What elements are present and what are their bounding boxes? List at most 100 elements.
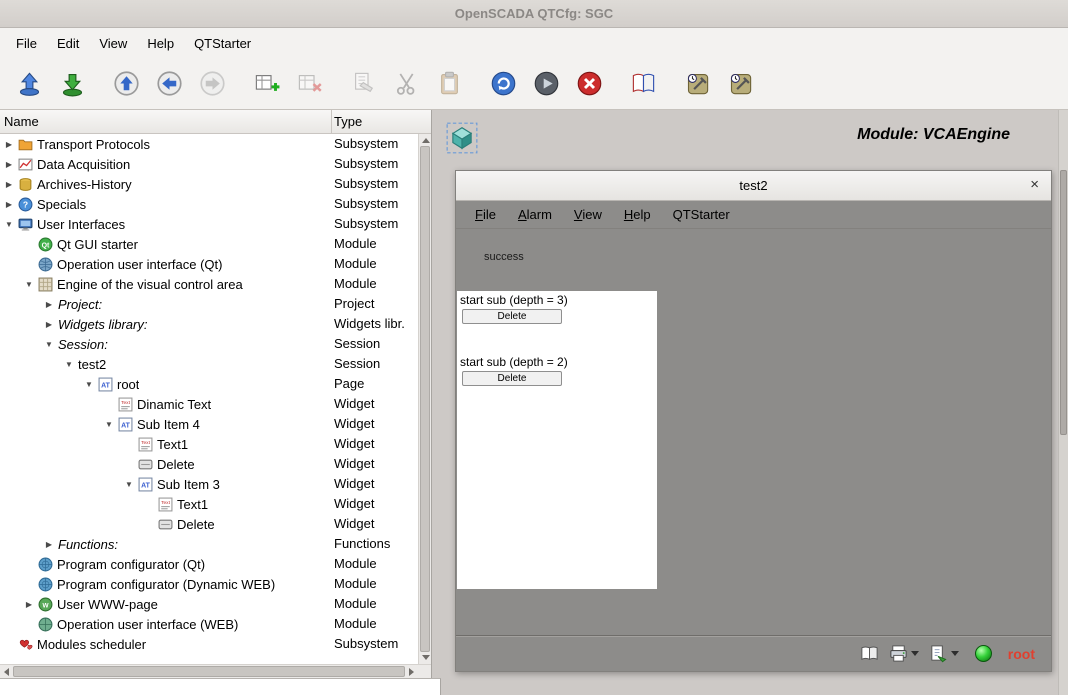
delete-item-icon[interactable]	[292, 66, 326, 102]
tree-row[interactable]: TextDinamic TextWidget	[0, 394, 418, 414]
delete-button[interactable]: Delete	[462, 309, 562, 324]
db-save-icon[interactable]	[55, 66, 89, 102]
tree-vertical-scrollbar[interactable]	[418, 134, 431, 664]
tree-row[interactable]: ▼test2Session	[0, 354, 418, 374]
manual-icon[interactable]	[860, 644, 879, 663]
scroll-right-icon[interactable]	[409, 668, 414, 676]
tree-row[interactable]: Program configurator (Dynamic WEB)Module	[0, 574, 418, 594]
manual-icon[interactable]	[626, 66, 660, 102]
tree-row[interactable]: ▼ATSub Item 3Widget	[0, 474, 418, 494]
right-scrollbar-thumb[interactable]	[1060, 170, 1067, 435]
current-user-label[interactable]: root	[1008, 646, 1035, 662]
scroll-left-icon[interactable]	[4, 668, 9, 676]
export-icon[interactable]	[929, 644, 959, 663]
tree-vscroll-thumb[interactable]	[420, 146, 430, 652]
text-icon: Text	[118, 397, 133, 412]
collapsed-arrow-icon[interactable]: ▶	[40, 320, 58, 329]
menu-help[interactable]: Help	[137, 32, 184, 55]
tree-row[interactable]: Operation user interface (WEB)Module	[0, 614, 418, 634]
start-icon[interactable]	[529, 66, 563, 102]
tree-row[interactable]: ▶Transport ProtocolsSubsystem	[0, 134, 418, 154]
tree-row[interactable]: ▶?SpecialsSubsystem	[0, 194, 418, 214]
expanded-arrow-icon[interactable]: ▼	[100, 420, 118, 429]
tree-row[interactable]: Operation user interface (Qt)Module	[0, 254, 418, 274]
tree-row[interactable]: QtQt GUI starterModule	[0, 234, 418, 254]
titlebar[interactable]: OpenSCADA QTCfg: SGC	[0, 0, 1068, 28]
expanded-arrow-icon[interactable]: ▼	[80, 380, 98, 389]
tree-row[interactable]: ▶Functions:Functions	[0, 534, 418, 554]
button-icon	[138, 457, 153, 472]
export-dropdown-icon[interactable]	[951, 651, 959, 656]
collapsed-arrow-icon[interactable]: ▶	[40, 540, 58, 549]
tree-row[interactable]: DeleteWidget	[0, 514, 418, 534]
tree-column-type[interactable]: Type	[332, 110, 431, 133]
menu-qtstarter[interactable]: QTStarter	[184, 32, 261, 55]
tree-row[interactable]: TextText1Widget	[0, 434, 418, 454]
menu-file[interactable]: File	[6, 32, 47, 55]
status-led-green[interactable]	[975, 645, 992, 662]
tree-row[interactable]: DeleteWidget	[0, 454, 418, 474]
tree-row[interactable]: ▶WUser WWW-pageModule	[0, 594, 418, 614]
expanded-arrow-icon[interactable]: ▼	[0, 220, 18, 229]
tree-row[interactable]: ▼Session:Session	[0, 334, 418, 354]
tree-row[interactable]: ▶Project:Project	[0, 294, 418, 314]
menu-edit[interactable]: Edit	[47, 32, 89, 55]
tree-row[interactable]: ▶Data AcquisitionSubsystem	[0, 154, 418, 174]
refresh-icon[interactable]	[486, 66, 520, 102]
tree-row[interactable]: ▼ATSub Item 4Widget	[0, 414, 418, 434]
qtstarter-config2-icon[interactable]	[723, 66, 757, 102]
qtstarter-config-icon[interactable]	[680, 66, 714, 102]
tree-row[interactable]: Modules schedulerSubsystem	[0, 634, 418, 654]
app-window: OpenSCADA QTCfg: SGC File Edit View Help…	[0, 0, 1068, 695]
session-menu-qtstarter[interactable]: QTStarter	[662, 203, 741, 226]
tree-item-type: Project	[334, 294, 374, 314]
vca-module-icon[interactable]	[446, 122, 478, 154]
collapsed-arrow-icon[interactable]: ▶	[0, 140, 18, 149]
tree-item-type: Module	[334, 574, 377, 594]
scroll-down-icon[interactable]	[422, 655, 430, 660]
expanded-arrow-icon[interactable]: ▼	[120, 480, 138, 489]
expanded-arrow-icon[interactable]: ▼	[40, 340, 58, 349]
scroll-up-icon[interactable]	[422, 138, 430, 143]
forward-icon[interactable]	[195, 66, 229, 102]
tree-row[interactable]: ▶Archives-HistorySubsystem	[0, 174, 418, 194]
session-menu-view[interactable]: View	[563, 203, 613, 226]
tree-item-type: Functions	[334, 534, 390, 554]
print-dropdown-icon[interactable]	[911, 651, 919, 656]
tree-row[interactable]: ▼User InterfacesSubsystem	[0, 214, 418, 234]
collapsed-arrow-icon[interactable]: ▶	[40, 300, 58, 309]
tree-hscroll-thumb[interactable]	[13, 666, 405, 677]
tree-row[interactable]: ▼ATrootPage	[0, 374, 418, 394]
session-menu-file[interactable]: File	[464, 203, 507, 226]
collapsed-arrow-icon[interactable]: ▶	[20, 600, 38, 609]
stop-icon[interactable]	[572, 66, 606, 102]
tree-row[interactable]: TextText1Widget	[0, 494, 418, 514]
collapsed-arrow-icon[interactable]: ▶	[0, 160, 18, 169]
archive-icon	[18, 177, 33, 192]
back-icon[interactable]	[152, 66, 186, 102]
tree-row[interactable]: ▼Engine of the visual control areaModule	[0, 274, 418, 294]
tree-row[interactable]: ▶Widgets library:Widgets libr.	[0, 314, 418, 334]
session-menu-alarm[interactable]: Alarm	[507, 203, 563, 226]
menu-view[interactable]: View	[89, 32, 137, 55]
daq-icon	[18, 157, 33, 172]
delete-button[interactable]: Delete	[462, 371, 562, 386]
copy-item-icon[interactable]	[346, 66, 380, 102]
tree-row[interactable]: Program configurator (Qt)Module	[0, 554, 418, 574]
collapsed-arrow-icon[interactable]: ▶	[0, 180, 18, 189]
expanded-arrow-icon[interactable]: ▼	[20, 280, 38, 289]
cut-item-icon[interactable]	[389, 66, 423, 102]
right-vertical-scrollbar[interactable]	[1058, 110, 1068, 695]
session-window-titlebar[interactable]: test2 ×	[456, 171, 1051, 201]
collapsed-arrow-icon[interactable]: ▶	[0, 200, 18, 209]
tree-column-name[interactable]: Name	[0, 110, 332, 133]
print-icon[interactable]	[889, 644, 919, 663]
db-load-icon[interactable]	[12, 66, 46, 102]
paste-item-icon[interactable]	[432, 66, 466, 102]
expanded-arrow-icon[interactable]: ▼	[60, 360, 78, 369]
close-icon[interactable]: ×	[1030, 176, 1039, 194]
add-item-icon[interactable]	[249, 66, 283, 102]
up-level-icon[interactable]	[109, 66, 143, 102]
session-menu-help[interactable]: Help	[613, 203, 662, 226]
tree-horizontal-scrollbar[interactable]	[0, 664, 431, 678]
